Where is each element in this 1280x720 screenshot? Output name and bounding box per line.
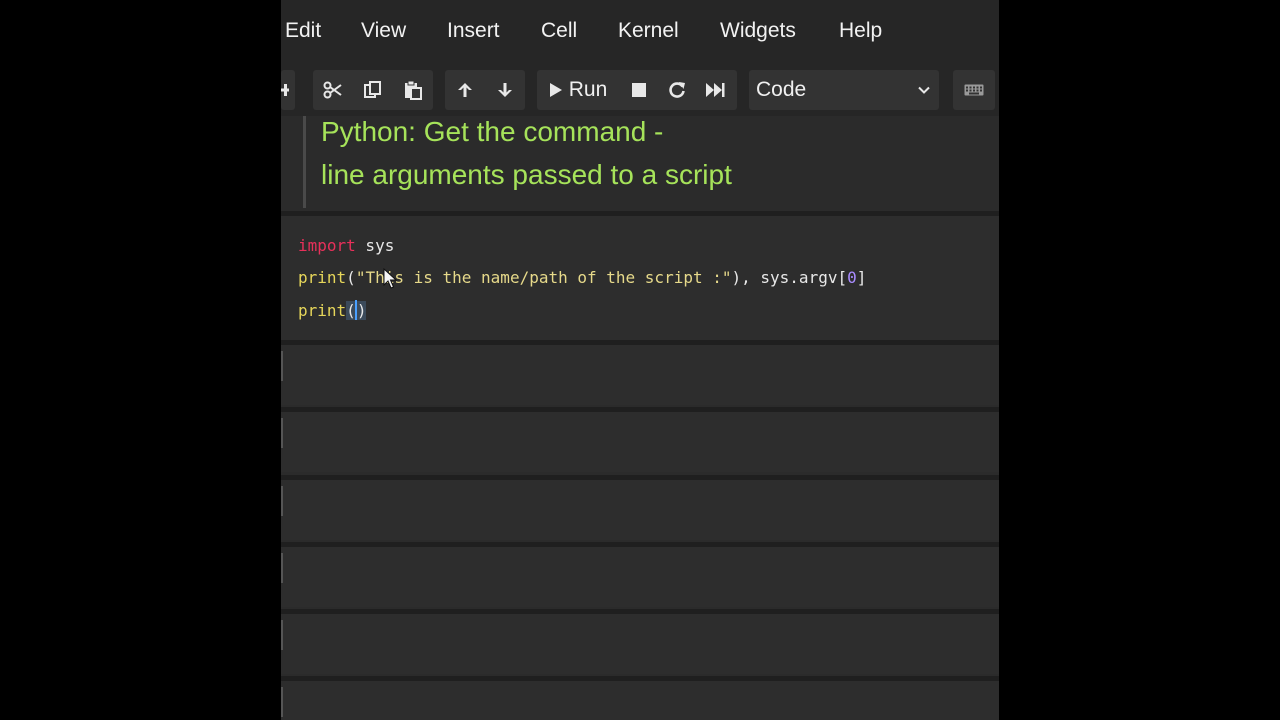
- empty-code-cell[interactable]: [281, 547, 999, 607]
- cell-edge: [281, 553, 283, 583]
- toolbar: Run Code: [281, 64, 999, 116]
- restart-run-all-button[interactable]: [701, 70, 729, 110]
- copy-icon: [364, 81, 381, 98]
- move-down-button[interactable]: [491, 70, 519, 110]
- menu-view[interactable]: View: [361, 19, 406, 43]
- paste-cells-button[interactable]: [399, 70, 427, 110]
- code-function: print: [298, 268, 347, 287]
- cell-edge: [281, 486, 283, 516]
- code-paren-close: ): [356, 301, 367, 320]
- cell-edge: [281, 418, 283, 448]
- markdown-cell[interactable]: Python: Get the command - line arguments…: [281, 116, 999, 212]
- cell-type-value: Code: [756, 78, 807, 101]
- interrupt-kernel-button[interactable]: [625, 70, 653, 110]
- restart-kernel-button[interactable]: [663, 70, 691, 110]
- code-string: "This is the name/path of the script :": [355, 268, 732, 287]
- empty-code-cell[interactable]: [281, 480, 999, 540]
- empty-code-cell[interactable]: [281, 345, 999, 405]
- plus-icon: [281, 84, 289, 96]
- paste-icon: [405, 80, 422, 100]
- markdown-heading-line-2: line arguments passed to a script: [321, 159, 732, 190]
- insert-cell-button[interactable]: [281, 70, 291, 110]
- arrow-down-icon: [498, 83, 512, 97]
- menu-edit[interactable]: Edit: [285, 19, 321, 43]
- restart-icon: [669, 82, 685, 98]
- code-function: print: [298, 301, 347, 320]
- empty-code-cell[interactable]: [281, 614, 999, 674]
- empty-code-cell[interactable]: [281, 412, 999, 472]
- notebook-window: Edit View Insert Cell Kernel Widgets Hel…: [281, 0, 999, 720]
- menu-insert[interactable]: Insert: [447, 19, 500, 43]
- cut-cells-button[interactable]: [319, 70, 347, 110]
- mouse-pointer-icon: [383, 268, 397, 289]
- menu-cell[interactable]: Cell: [541, 19, 577, 43]
- markdown-heading-line-1: Python: Get the command -: [321, 116, 664, 147]
- code-keyword: import: [298, 236, 356, 255]
- cell-type-select[interactable]: Code: [749, 70, 939, 110]
- run-button-label: Run: [568, 78, 608, 101]
- menu-kernel[interactable]: Kernel: [618, 19, 679, 43]
- move-up-button[interactable]: [451, 70, 479, 110]
- empty-code-cell[interactable]: [281, 681, 999, 720]
- menu-widgets[interactable]: Widgets: [720, 19, 796, 43]
- cell-edge: [281, 687, 283, 717]
- fast-forward-icon: [706, 83, 725, 97]
- run-button[interactable]: Run: [543, 70, 613, 110]
- menu-bar: Edit View Insert Cell Kernel Widgets Hel…: [281, 0, 999, 64]
- code-line-3: print(): [298, 300, 367, 320]
- keyboard-icon: [964, 84, 984, 96]
- play-icon: [549, 83, 562, 97]
- code-number: 0: [847, 268, 857, 287]
- code-text: (: [346, 268, 356, 287]
- cell-edge: [281, 620, 283, 650]
- code-text: ), sys.argv[: [731, 268, 848, 287]
- stop-icon: [632, 83, 646, 97]
- chevron-down-icon: [918, 86, 930, 94]
- code-text: ]: [856, 268, 867, 287]
- cell-selection-bar: [303, 116, 306, 208]
- copy-cells-button[interactable]: [359, 70, 387, 110]
- arrow-up-icon: [458, 83, 472, 97]
- command-palette-button[interactable]: [959, 70, 989, 110]
- scissors-icon: [323, 81, 342, 99]
- code-text: sys: [355, 236, 395, 255]
- menu-help[interactable]: Help: [839, 19, 882, 43]
- code-line-1: import sys: [298, 236, 394, 255]
- cell-edge: [281, 351, 283, 381]
